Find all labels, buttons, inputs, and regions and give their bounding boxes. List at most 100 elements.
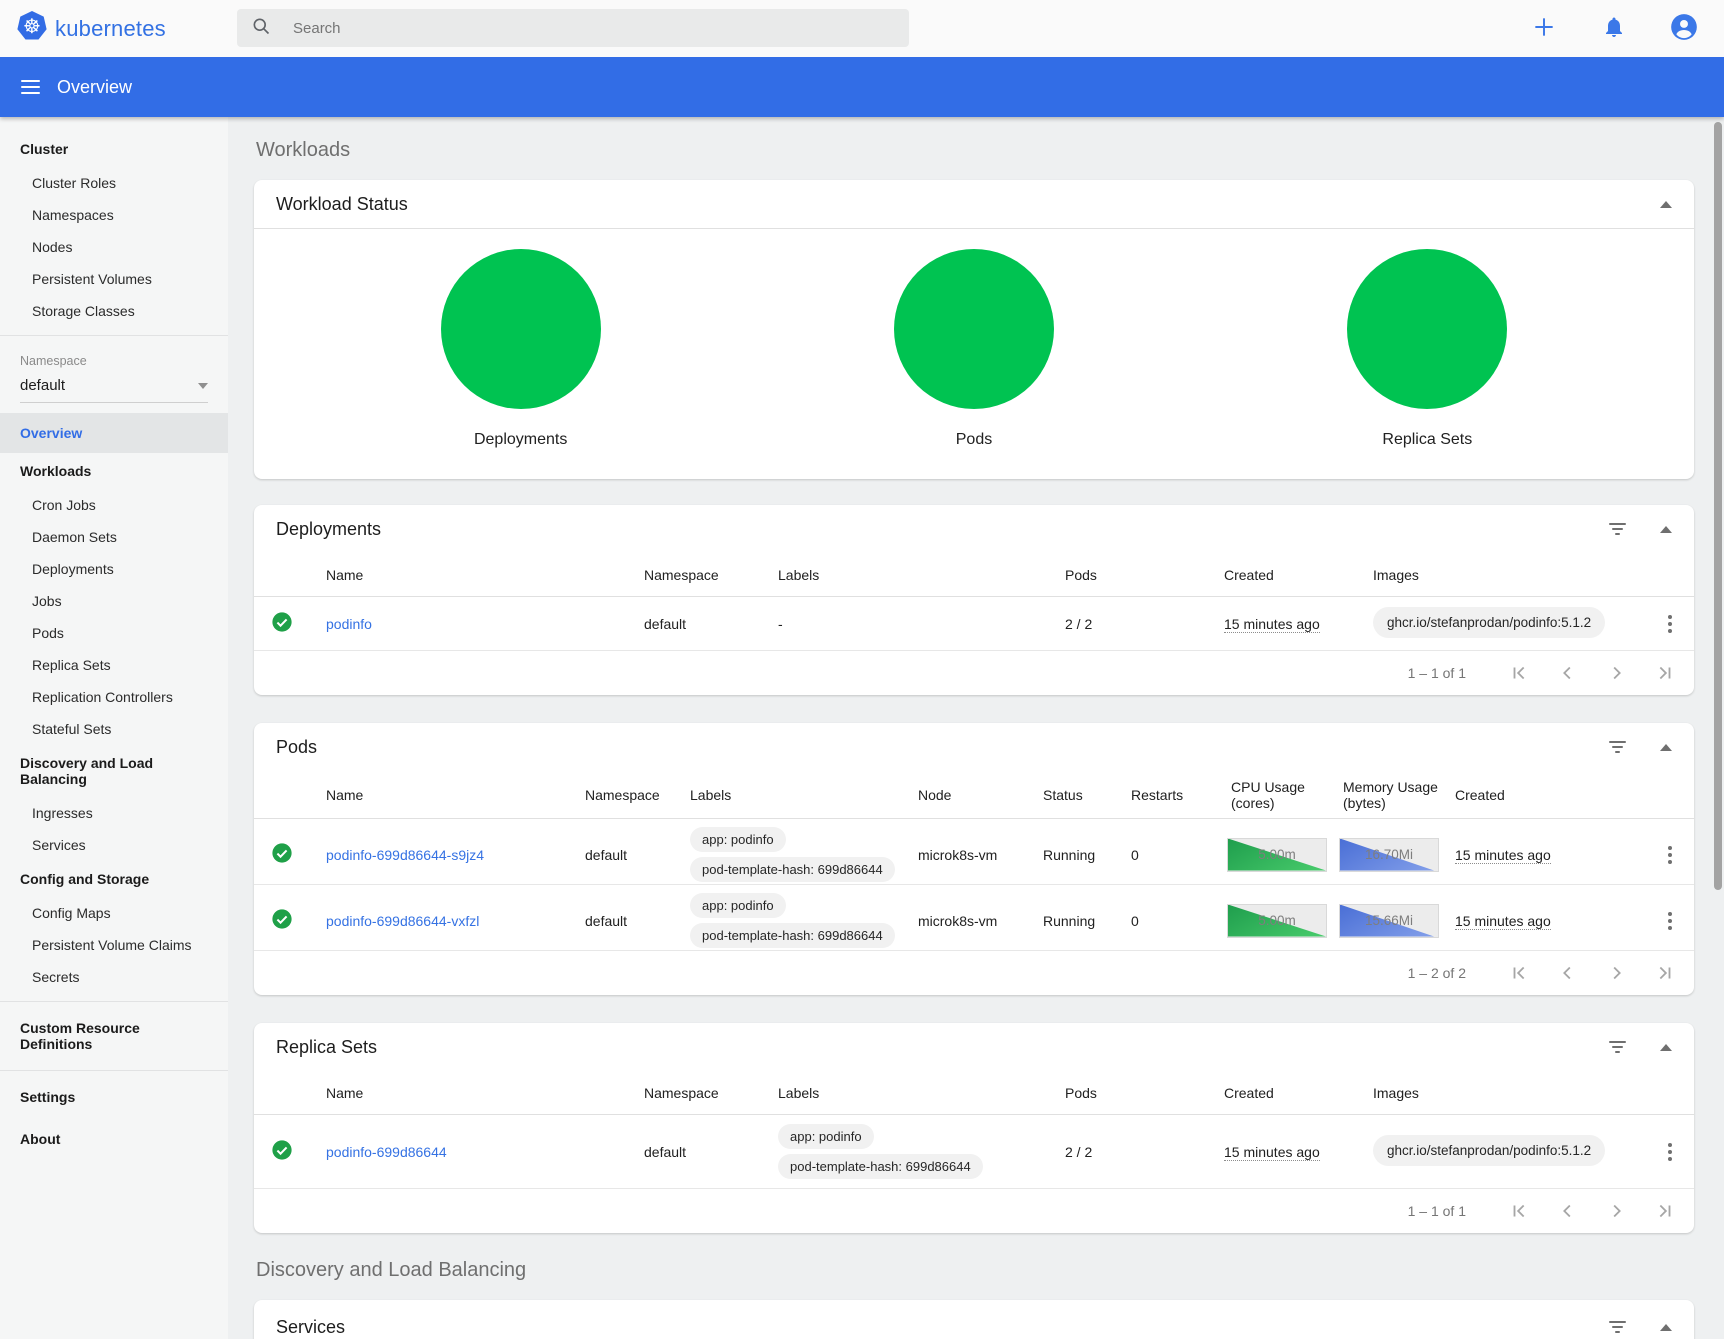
namespace-select[interactable]: default [20, 370, 208, 403]
vertical-scrollbar[interactable] [1714, 122, 1722, 890]
column-header-pods: Pods [1049, 1085, 1208, 1101]
create-resource-button[interactable] [1524, 9, 1564, 49]
kubernetes-logo[interactable]: ☸ kubernetes [0, 10, 228, 47]
pods-pie [894, 249, 1054, 409]
first-page-button[interactable] [1496, 1191, 1544, 1231]
pod-link[interactable]: podinfo-699d86644-s9jz4 [326, 847, 484, 863]
sidebar-section-cluster[interactable]: Cluster [0, 131, 228, 167]
replica-sets-status-chart: Replica Sets [1347, 249, 1507, 449]
column-header-name: Name [310, 567, 628, 583]
sidebar-divider [0, 335, 228, 336]
previous-page-button[interactable] [1544, 953, 1592, 993]
row-actions-menu[interactable] [1662, 609, 1678, 639]
sidebar-nav: Cluster Cluster Roles Namespaces Nodes P… [0, 117, 228, 1339]
menu-hamburger-button[interactable] [6, 63, 54, 111]
row-actions-menu[interactable] [1662, 906, 1678, 936]
collapse-card-button[interactable] [1660, 201, 1672, 208]
sidebar-item-deployments[interactable]: Deployments [0, 553, 228, 585]
column-header-labels: Labels [762, 567, 1049, 583]
plus-icon [1531, 14, 1557, 43]
sidebar-item-replica-sets[interactable]: Replica Sets [0, 649, 228, 681]
sidebar-item-secrets[interactable]: Secrets [0, 961, 228, 993]
first-page-button[interactable] [1496, 953, 1544, 993]
sidebar-item-storage-classes[interactable]: Storage Classes [0, 295, 228, 327]
sidebar-item-jobs[interactable]: Jobs [0, 585, 228, 617]
next-page-button[interactable] [1592, 953, 1640, 993]
cell-restarts: 0 [1115, 913, 1215, 929]
sidebar-item-cluster-roles[interactable]: Cluster Roles [0, 167, 228, 199]
sidebar-item-replication-controllers[interactable]: Replication Controllers [0, 681, 228, 713]
search-input[interactable] [293, 20, 895, 37]
column-header-namespace: Namespace [628, 567, 762, 583]
previous-page-button[interactable] [1544, 1191, 1592, 1231]
last-page-button[interactable] [1640, 953, 1688, 993]
next-page-button[interactable] [1592, 653, 1640, 693]
filter-icon[interactable] [1605, 737, 1630, 757]
column-header-status: Status [1027, 787, 1115, 803]
sidebar-item-custom-resource-definitions[interactable]: Custom Resource Definitions [0, 1010, 228, 1062]
table-row: podinfo-699d86644 default app: podinfo p… [254, 1115, 1694, 1189]
column-header-memory: Memory Usage (bytes) [1327, 779, 1439, 811]
previous-page-button[interactable] [1544, 653, 1592, 693]
sidebar-item-daemon-sets[interactable]: Daemon Sets [0, 521, 228, 553]
collapse-card-button[interactable] [1660, 1044, 1672, 1051]
sidebar-item-persistent-volumes[interactable]: Persistent Volumes [0, 263, 228, 295]
cell-namespace: default [628, 1144, 762, 1160]
sidebar-item-ingresses[interactable]: Ingresses [0, 797, 228, 829]
search-bar[interactable] [237, 9, 909, 47]
next-page-button[interactable] [1592, 1191, 1640, 1231]
column-header-namespace: Namespace [628, 1085, 762, 1101]
row-actions-menu[interactable] [1662, 1137, 1678, 1167]
account-button[interactable] [1664, 9, 1704, 49]
sidebar-item-about[interactable]: About [0, 1121, 228, 1157]
card-title: Services [276, 1317, 1605, 1338]
last-page-button[interactable] [1640, 1191, 1688, 1231]
sidebar-section-config-storage[interactable]: Config and Storage [0, 861, 228, 897]
table-header-row: Name Namespace Labels Pods Created Image… [254, 553, 1694, 597]
sidebar-section-discovery[interactable]: Discovery and Load Balancing [0, 745, 228, 797]
cell-labels: app: podinfo pod-template-hash: 699d8664… [762, 1116, 1049, 1187]
sidebar-item-cron-jobs[interactable]: Cron Jobs [0, 489, 228, 521]
sidebar-item-config-maps[interactable]: Config Maps [0, 897, 228, 929]
notifications-button[interactable] [1594, 9, 1634, 49]
services-card: Services [254, 1300, 1694, 1339]
sidebar-item-namespaces[interactable]: Namespaces [0, 199, 228, 231]
cell-restarts: 0 [1115, 847, 1215, 863]
namespace-value: default [20, 377, 65, 394]
filter-icon[interactable] [1605, 1037, 1630, 1057]
replica-set-link[interactable]: podinfo-699d86644 [326, 1144, 447, 1160]
filter-icon[interactable] [1605, 1317, 1630, 1337]
cell-namespace: default [569, 913, 674, 929]
filter-icon[interactable] [1605, 519, 1630, 539]
card-title: Workload Status [276, 194, 1660, 215]
sidebar-item-stateful-sets[interactable]: Stateful Sets [0, 713, 228, 745]
sidebar-section-workloads[interactable]: Workloads [0, 453, 228, 489]
cell-status: Running [1027, 847, 1115, 863]
last-page-button[interactable] [1640, 653, 1688, 693]
deployment-link[interactable]: podinfo [326, 616, 372, 632]
collapse-card-button[interactable] [1660, 1324, 1672, 1331]
collapse-card-button[interactable] [1660, 526, 1672, 533]
sidebar-item-pods[interactable]: Pods [0, 617, 228, 649]
deployments-status-chart: Deployments [441, 249, 601, 449]
table-header-row: Name Namespace Labels Node Status Restar… [254, 771, 1694, 819]
memory-value: 15.66Mi [1340, 905, 1438, 937]
pod-link[interactable]: podinfo-699d86644-vxfzl [326, 913, 479, 929]
collapse-card-button[interactable] [1660, 744, 1672, 751]
sidebar-item-overview[interactable]: Overview [0, 413, 228, 453]
row-actions-menu[interactable] [1662, 840, 1678, 870]
page-title: Overview [57, 77, 132, 98]
cpu-value: 5.00m [1228, 839, 1326, 871]
sidebar-item-services[interactable]: Services [0, 829, 228, 861]
deployments-card: Deployments Name Namespace Labels Pods C… [254, 505, 1694, 695]
pods-status-chart: Pods [894, 249, 1054, 449]
label-chip: pod-template-hash: 699d86644 [778, 1154, 983, 1179]
sidebar-item-settings[interactable]: Settings [0, 1079, 228, 1115]
check-circle-icon [271, 611, 293, 636]
replica-sets-card: Replica Sets Name Namespace Labels Pods … [254, 1023, 1694, 1233]
first-page-button[interactable] [1496, 653, 1544, 693]
workloads-heading: Workloads [256, 139, 1694, 162]
chart-label: Deployments [474, 431, 567, 449]
sidebar-item-nodes[interactable]: Nodes [0, 231, 228, 263]
sidebar-item-persistent-volume-claims[interactable]: Persistent Volume Claims [0, 929, 228, 961]
